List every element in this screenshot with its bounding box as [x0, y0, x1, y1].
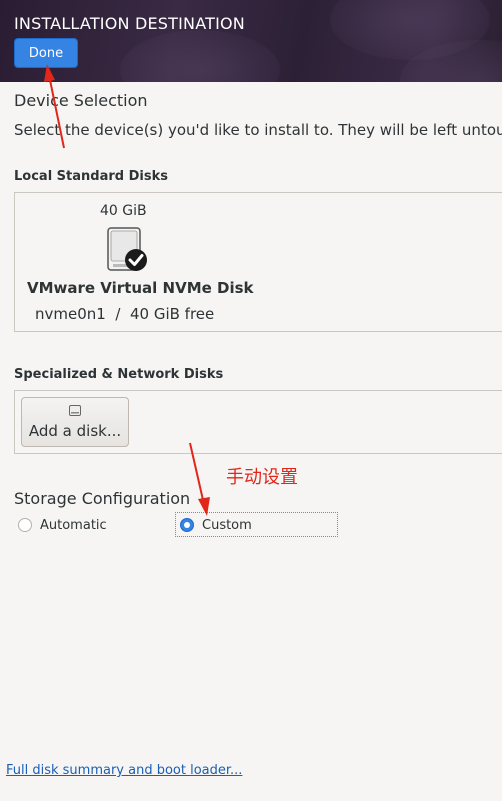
device-selection-title: Device Selection [14, 91, 148, 110]
radio-automatic[interactable]: Automatic [18, 513, 107, 537]
radio-button[interactable] [18, 518, 32, 532]
disk-free: 40 GiB free [129, 305, 215, 323]
done-button[interactable]: Done [14, 38, 78, 68]
full-disk-summary-link[interactable]: Full disk summary and boot loader... [6, 763, 242, 778]
local-disks-title: Local Standard Disks [14, 169, 168, 184]
disk-size: 40 GiB [100, 203, 147, 219]
radio-label-custom: Custom [202, 517, 252, 533]
page-title: INSTALLATION DESTINATION [14, 14, 245, 33]
radio-button-checked[interactable] [180, 518, 194, 532]
radio-label-automatic: Automatic [40, 517, 107, 533]
network-disks-title: Specialized & Network Disks [14, 367, 224, 382]
annotation-text: 手动设置 [226, 467, 298, 488]
storage-config-title: Storage Configuration [14, 489, 191, 508]
disk-info: nvme0n1 / 40 GiB free [35, 305, 215, 323]
disk-device: nvme0n1 [35, 305, 106, 323]
add-disk-button[interactable]: Add a disk... [21, 397, 129, 447]
disk-name: VMware Virtual NVMe Disk [27, 279, 254, 297]
hard-disk-icon [69, 405, 81, 416]
header-bar: INSTALLATION DESTINATION Done [0, 0, 502, 82]
radio-custom[interactable]: Custom [180, 513, 252, 537]
hard-disk-icon [107, 227, 147, 271]
device-selection-description: Select the device(s) you'd like to insta… [14, 121, 502, 139]
add-disk-label: Add a disk... [28, 422, 122, 440]
